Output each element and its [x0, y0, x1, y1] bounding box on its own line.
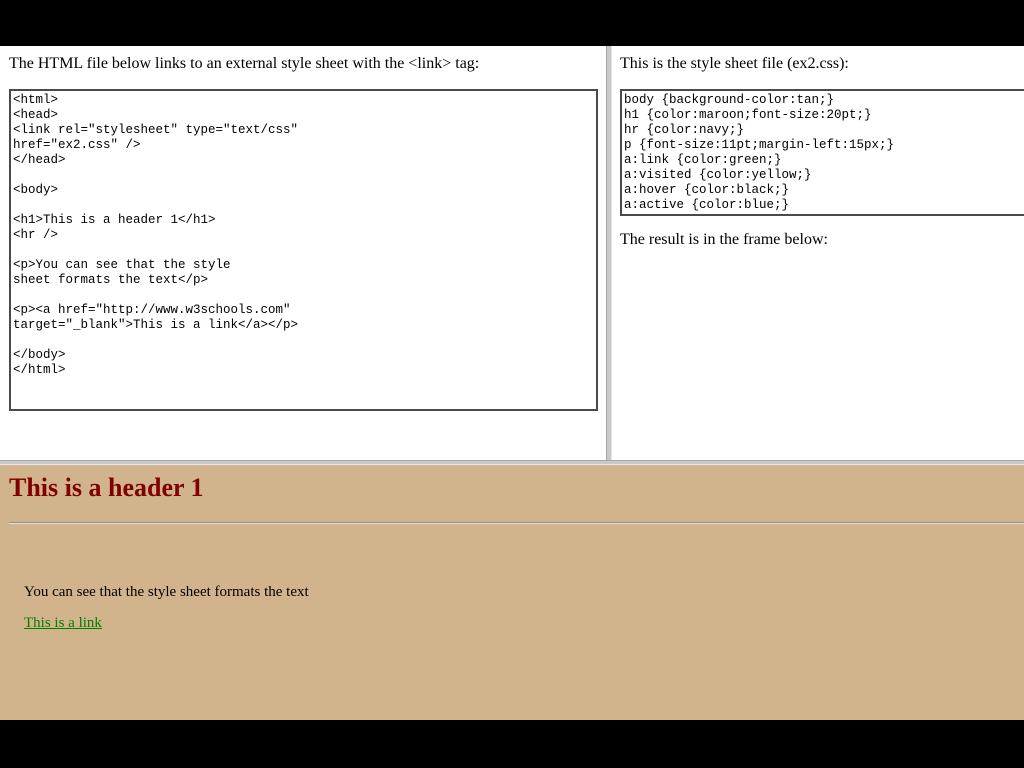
result-link[interactable]: This is a link	[24, 615, 102, 631]
result-link-paragraph: This is a link	[24, 615, 102, 632]
css-source-intro: This is the style sheet file (ex2.css):	[620, 55, 849, 72]
result-paragraph: You can see that the style sheet formats…	[24, 584, 309, 600]
css-source-frame[interactable]: This is the style sheet file (ex2.css): …	[612, 46, 1024, 460]
frameset: The HTML file below links to an external…	[0, 46, 1024, 720]
html-source-frame[interactable]: The HTML file below links to an external…	[0, 46, 606, 460]
html-source-code[interactable]: <html> <head> <link rel="stylesheet" typ…	[9, 89, 598, 411]
css-source-code[interactable]: body {background-color:tan;} h1 {color:m…	[620, 89, 1024, 216]
result-frame: This is a header 1 You can see that the …	[0, 465, 1024, 720]
result-heading: This is a header 1	[9, 473, 204, 502]
screen: The HTML file below links to an external…	[0, 0, 1024, 768]
result-label: The result is in the frame below:	[620, 231, 828, 248]
html-source-intro: The HTML file below links to an external…	[9, 55, 480, 72]
result-divider	[9, 522, 1024, 524]
